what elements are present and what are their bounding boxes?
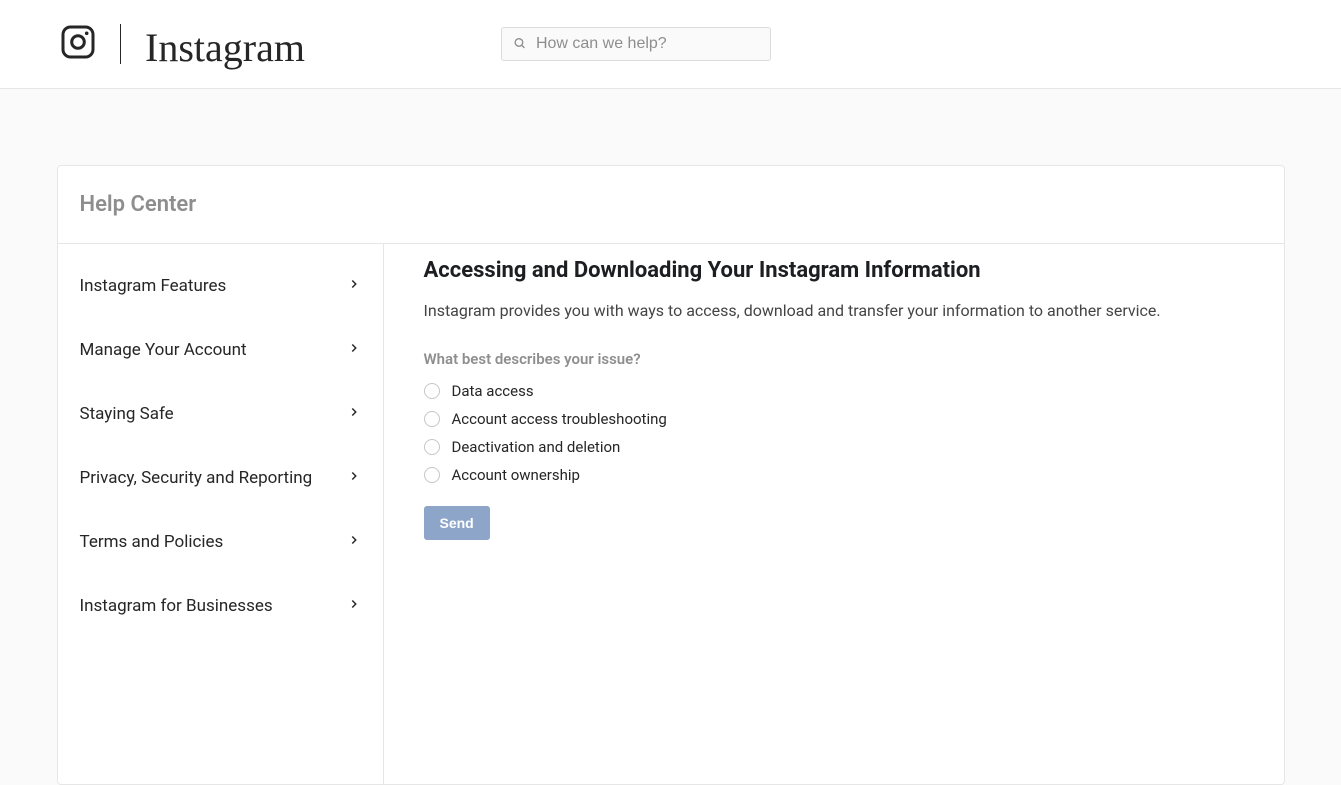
article-lead: Instagram provides you with ways to acce…	[424, 301, 1244, 320]
search-input[interactable]	[501, 27, 771, 61]
sidebar: Instagram Features Manage Your Account S…	[58, 244, 384, 784]
chevron-right-icon	[347, 340, 361, 360]
radio-label: Account ownership	[452, 466, 580, 484]
article-content: Accessing and Downloading Your Instagram…	[384, 244, 1284, 784]
form-question: What best describes your issue?	[424, 350, 1244, 368]
help-center-container: Help Center Instagram Features Manage Yo…	[57, 165, 1285, 785]
chevron-right-icon	[347, 404, 361, 424]
radio-icon	[424, 439, 440, 455]
radio-option-deactivation[interactable]: Deactivation and deletion	[424, 438, 1244, 456]
sidebar-item-staying-safe[interactable]: Staying Safe	[58, 382, 383, 446]
help-center-header: Help Center	[58, 166, 1284, 244]
article-title: Accessing and Downloading Your Instagram…	[424, 258, 1244, 283]
sidebar-item-label: Instagram for Businesses	[80, 596, 273, 616]
radio-icon	[424, 411, 440, 427]
help-center-body: Instagram Features Manage Your Account S…	[58, 244, 1284, 784]
radio-option-data-access[interactable]: Data access	[424, 382, 1244, 400]
chevron-right-icon	[347, 276, 361, 296]
radio-label: Account access troubleshooting	[452, 410, 667, 428]
sidebar-item-label: Instagram Features	[80, 276, 227, 296]
radio-icon	[424, 383, 440, 399]
sidebar-item-terms-policies[interactable]: Terms and Policies	[58, 510, 383, 574]
chevron-right-icon	[347, 596, 361, 616]
radio-label: Data access	[452, 382, 534, 400]
chevron-right-icon	[347, 468, 361, 488]
sidebar-item-businesses[interactable]: Instagram for Businesses	[58, 574, 383, 638]
sidebar-item-label: Terms and Policies	[80, 532, 224, 552]
chevron-right-icon	[347, 532, 361, 552]
help-center-title: Help Center	[80, 192, 1262, 217]
radio-label: Deactivation and deletion	[452, 438, 621, 456]
instagram-logo-link[interactable]	[60, 24, 121, 64]
sidebar-item-label: Manage Your Account	[80, 340, 247, 360]
instagram-icon	[60, 24, 96, 64]
send-button[interactable]: Send	[424, 506, 490, 540]
sidebar-item-label: Staying Safe	[80, 404, 174, 424]
logo-area: Instagram	[60, 24, 305, 64]
search-wrap	[501, 27, 771, 61]
top-header: Instagram	[0, 0, 1341, 89]
sidebar-item-manage-account[interactable]: Manage Your Account	[58, 318, 383, 382]
radio-option-account-access[interactable]: Account access troubleshooting	[424, 410, 1244, 428]
radio-option-ownership[interactable]: Account ownership	[424, 466, 1244, 484]
sidebar-item-label: Privacy, Security and Reporting	[80, 468, 313, 488]
sidebar-item-features[interactable]: Instagram Features	[58, 254, 383, 318]
instagram-wordmark[interactable]: Instagram	[121, 28, 305, 68]
sidebar-item-privacy-security[interactable]: Privacy, Security and Reporting	[58, 446, 383, 510]
radio-icon	[424, 467, 440, 483]
